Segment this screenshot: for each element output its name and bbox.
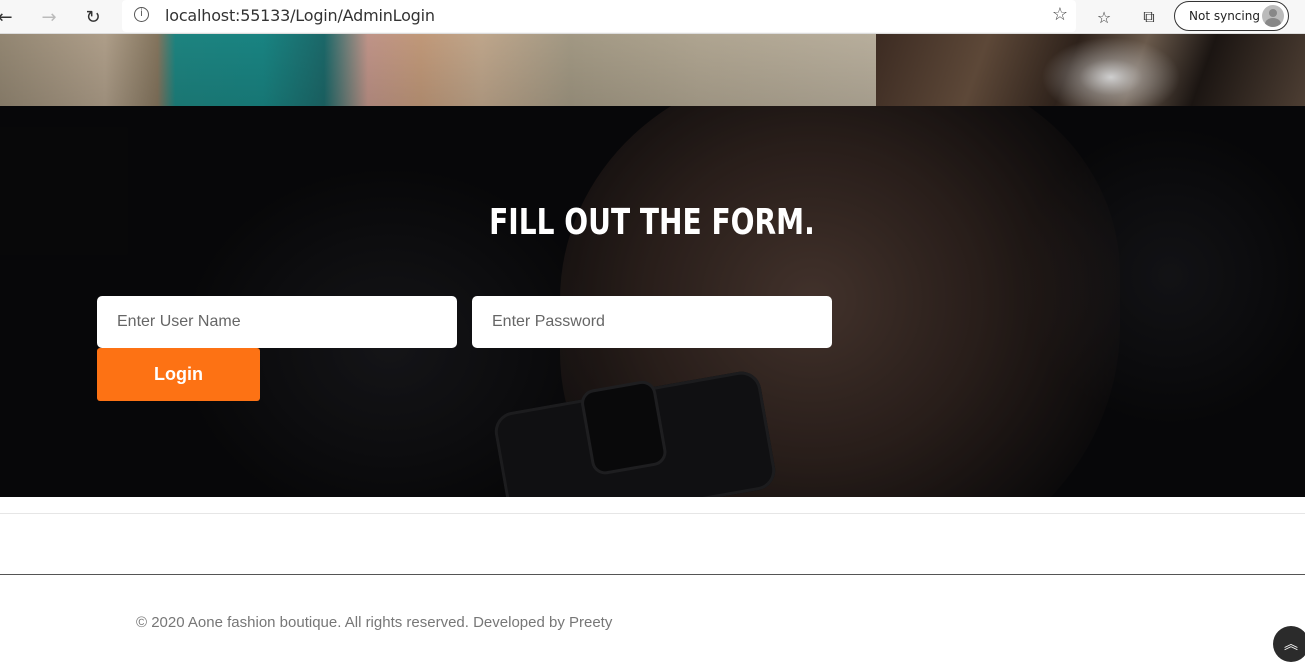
address-bar[interactable]: i localhost:55133/Login/AdminLogin ☆	[122, 0, 1076, 32]
info-icon[interactable]: i	[134, 7, 149, 22]
reload-button[interactable]: ↻	[80, 4, 106, 30]
form-title: FILL OUT THE FORM.	[489, 202, 815, 243]
login-section: FILL OUT THE FORM. Login	[0, 106, 1305, 497]
copyright-text: © 2020 Aone fashion boutique. All rights…	[136, 614, 613, 631]
forward-button[interactable]: →	[36, 4, 62, 30]
banner-image-left	[0, 34, 876, 106]
sync-button[interactable]: Not syncing	[1174, 1, 1289, 31]
url-text[interactable]: localhost:55133/Login/AdminLogin	[165, 6, 435, 25]
divider	[0, 513, 1305, 514]
sync-label: Not syncing	[1189, 9, 1260, 23]
star-icon[interactable]: ☆	[1052, 4, 1068, 25]
back-button[interactable]: ←	[0, 4, 18, 30]
collections-icon[interactable]: ⧉	[1136, 4, 1162, 30]
footer-divider	[0, 574, 1305, 575]
avatar	[1262, 5, 1284, 27]
refresh-icon: ↻	[85, 6, 101, 28]
double-chevron-up-icon: ︽	[1284, 637, 1298, 653]
browser-toolbar: ← → ↻ i localhost:55133/Login/AdminLogin…	[0, 0, 1305, 34]
password-input[interactable]	[472, 296, 832, 348]
back-to-top-button[interactable]: ︽	[1273, 626, 1305, 662]
arrow-right-icon: →	[41, 6, 57, 28]
login-button[interactable]: Login	[97, 348, 260, 401]
arrow-left-icon: ←	[0, 6, 13, 28]
banner-image-right	[876, 34, 1305, 106]
favorites-icon[interactable]: ☆	[1091, 4, 1117, 30]
username-input[interactable]	[97, 296, 457, 348]
